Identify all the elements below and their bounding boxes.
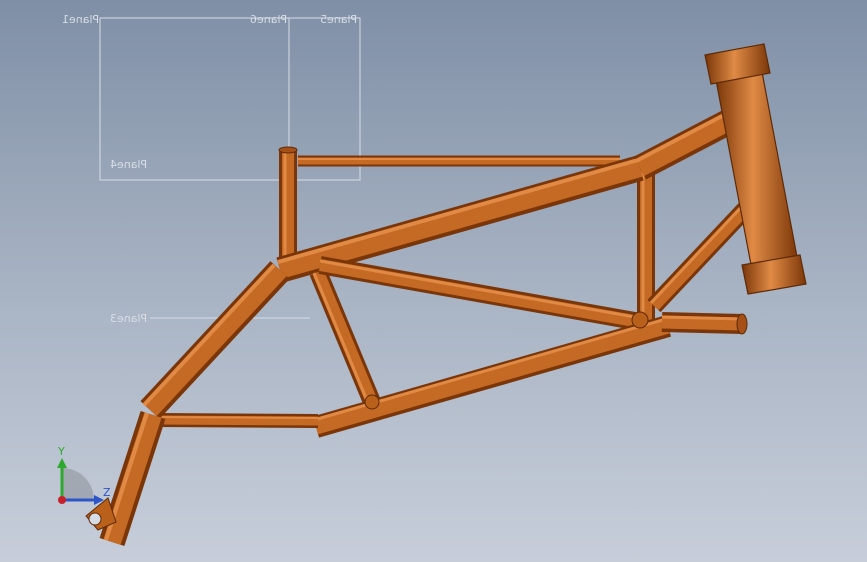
junction-inner [364,394,380,410]
triad-z-label: Z [103,486,111,499]
head-tube[interactable] [704,43,807,295]
triad-x-origin [58,496,66,504]
forward-extension-end [736,313,748,335]
forward-extension-hl [661,315,743,321]
rear-diagonal-body [143,263,287,417]
forward-extension-body [661,315,743,331]
model-scene[interactable]: Plane1 Plane6 Plane5 Plane4 Plane3 Y Z [0,0,867,562]
graphics-viewport[interactable]: Plane1 Plane6 Plane5 Plane4 Plane3 Y Z [0,0,867,562]
head-tube-body [715,71,799,271]
top-tube-hl [277,158,639,264]
triad-y-arrow [57,458,67,468]
plane5-label[interactable]: Plane5 [320,13,357,26]
chain-stay-hl [157,416,319,419]
rear-dropout-body [103,412,162,545]
dropout-hole [88,512,102,526]
triad-y-label: Y [57,445,65,458]
plane6-label[interactable]: Plane6 [250,13,287,26]
triad-quadrant [62,468,94,500]
plane3-label[interactable]: Plane3 [110,312,147,325]
front-brace-body [649,197,757,311]
chain-stay-body [157,415,319,426]
rear-diagonal-hl [142,263,276,407]
inner-brace-body [312,269,378,405]
seat-post-end [278,146,298,154]
bicycle-frame-model[interactable] [85,43,807,546]
plane4-label[interactable]: Plane4 [110,158,147,171]
inner-brace-hl [312,272,370,404]
top-tube-front-body [635,114,733,176]
front-brace-hl [649,197,751,305]
mid-diagonal-hl [319,259,641,320]
plane1-label[interactable]: Plane1 [62,13,99,26]
coordinate-triad: Y Z [57,445,111,505]
mid-diagonal-body [318,259,642,328]
junction-bottom-bracket [631,311,649,329]
top-tube-body [277,159,643,279]
